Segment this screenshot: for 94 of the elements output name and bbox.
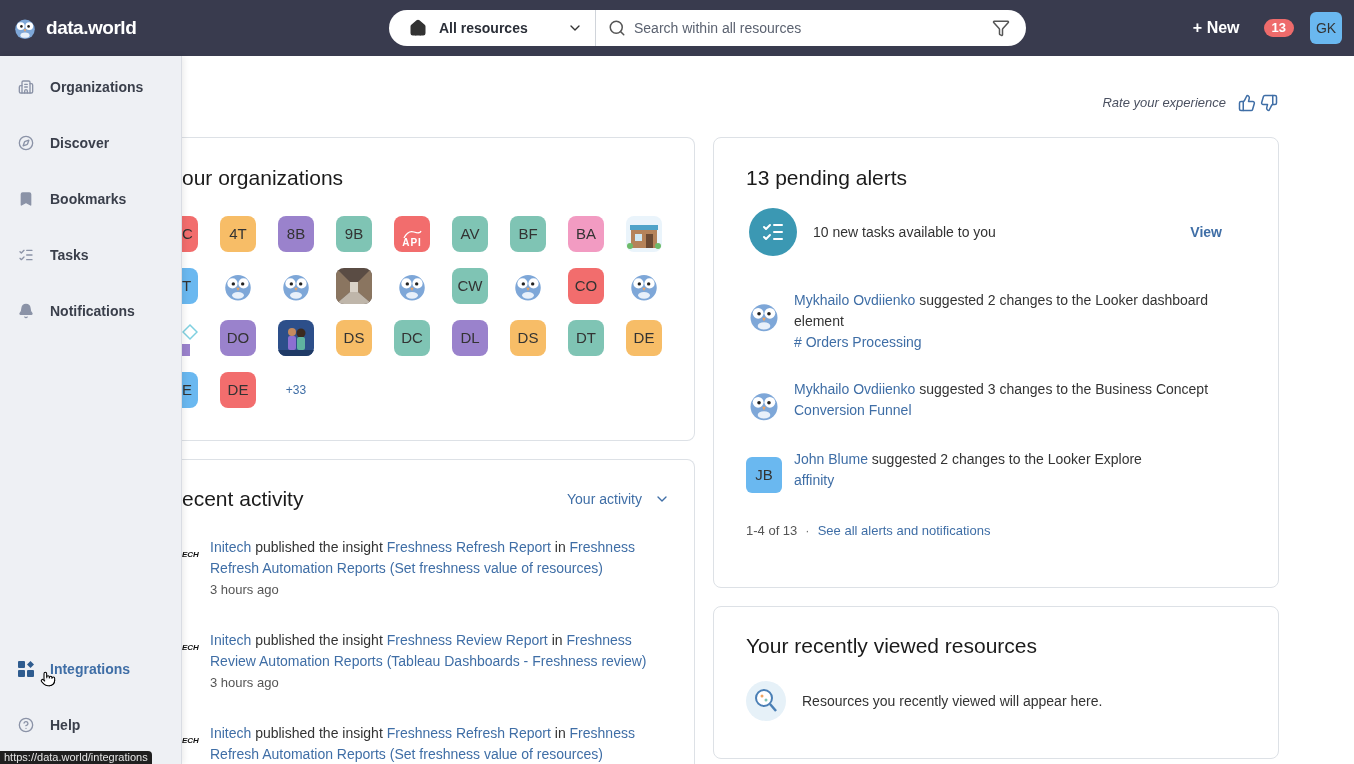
sidebar-item[interactable]: Help: [0, 697, 181, 753]
org-tile[interactable]: DE: [220, 372, 256, 408]
alert-text: John Blume suggested 2 changes to the Looker Explore: [794, 450, 1143, 469]
link[interactable]: Refresh Automation Reports (Set freshness value of resources): [210, 560, 603, 576]
card-title: our organizations: [182, 165, 345, 191]
sidebar-item[interactable]: Notifications: [0, 283, 181, 339]
link[interactable]: Freshness: [569, 539, 635, 555]
new-button[interactable]: + New: [1192, 16, 1240, 40]
link[interactable]: Mykhailo Ovdiienko: [794, 381, 916, 397]
link[interactable]: Freshness Review Report: [386, 632, 548, 648]
status-url: https://data.world/integrations: [0, 751, 152, 764]
org-tile[interactable]: 9B: [336, 216, 372, 252]
notification-count[interactable]: 13: [1263, 19, 1294, 37]
task-text: 10 new tasks available to you: [813, 222, 997, 242]
alert-text: Mykhailo Ovdiienko suggested 2 changes to the Looker dashboard element: [794, 291, 1210, 331]
link[interactable]: Freshness Refresh Report: [386, 725, 551, 741]
org-tile[interactable]: DL: [452, 320, 488, 356]
link[interactable]: John Blume: [794, 451, 868, 467]
rate-experience-label: Rate your experience: [1102, 94, 1226, 113]
filter-icon[interactable]: [992, 19, 1010, 37]
link[interactable]: Initech: [210, 632, 252, 648]
card-title: Your recently viewed resources: [746, 633, 1039, 659]
timestamp: 3 hours ago: [210, 674, 280, 692]
help-icon: [18, 717, 34, 733]
alert-target-link[interactable]: Conversion Funnel: [794, 400, 912, 421]
link[interactable]: Mykhailo Ovdiienko: [794, 292, 916, 308]
curve-icon: [402, 230, 422, 238]
api-tile[interactable]: API: [394, 216, 430, 252]
alert-text: Mykhailo Ovdiienko suggested 3 changes to the Business Concept: [794, 380, 1210, 399]
thumbs-up-icon[interactable]: [1238, 94, 1256, 112]
sidebar-item[interactable]: Tasks: [0, 227, 181, 283]
empty-state-text: Resources you recently viewed will appear here.: [802, 691, 1103, 711]
checklist-icon: [18, 247, 34, 263]
alert-target-link[interactable]: # Orders Processing: [794, 332, 922, 353]
org-tile[interactable]: DE: [626, 320, 662, 356]
org-tile[interactable]: CW: [452, 268, 488, 304]
sidebar-item[interactable]: Discover: [0, 115, 181, 171]
link[interactable]: Initech: [210, 725, 252, 741]
view-link[interactable]: View: [1190, 221, 1222, 243]
bookmark-icon: [18, 191, 34, 207]
org-tile[interactable]: E: [182, 372, 198, 408]
see-all-link[interactable]: See all alerts and notifications: [817, 521, 991, 541]
search-input[interactable]: Search within all resources: [634, 17, 992, 39]
card-title: ecent activity: [182, 486, 304, 512]
activity-text: Initech published the insight Freshness Refresh Report in Freshness Refresh Automation Reports (Set freshness value of resources): [210, 724, 636, 764]
building-icon: [18, 79, 34, 95]
search-field[interactable]: Search within all resources: [596, 10, 1026, 46]
timestamp: 3 hours ago: [210, 581, 280, 599]
org-tile[interactable]: DS: [510, 320, 546, 356]
org-tile[interactable]: DC: [394, 320, 430, 356]
alert-target-link[interactable]: affinity: [794, 470, 835, 491]
link[interactable]: Review Automation Reports (Tableau Dashboards - Freshness review): [210, 653, 647, 669]
org-tile[interactable]: BA: [568, 216, 604, 252]
bell-icon: [18, 303, 34, 319]
org-tile[interactable]: C: [182, 216, 198, 252]
thumbs-down-icon[interactable]: [1260, 94, 1278, 112]
activity-filter-dropdown[interactable]: Your activity: [567, 488, 670, 510]
org-tile[interactable]: DT: [568, 320, 604, 356]
org-tile[interactable]: DO: [220, 320, 256, 356]
separator-dot: ·: [805, 522, 810, 540]
user-avatar[interactable]: GK: [1310, 12, 1342, 44]
org-tile[interactable]: DS: [336, 320, 372, 356]
activity-text: Initech published the insight Freshness Refresh Report in Freshness Refresh Automation Reports (Set freshness value of resources): [210, 538, 636, 578]
company-logo: ECH: [182, 551, 200, 559]
grid-icon: [18, 661, 34, 677]
compass-icon: [18, 135, 34, 151]
org-tile[interactable]: CO: [568, 268, 604, 304]
company-logo: ECH: [182, 644, 200, 652]
scope-dropdown[interactable]: All resources: [389, 10, 596, 46]
card-title: 13 pending alerts: [746, 165, 909, 191]
search-icon: [608, 19, 626, 37]
sidebar-item[interactable]: Organizations: [0, 59, 181, 115]
org-tile[interactable]: T: [182, 268, 198, 304]
org-tile[interactable]: BF: [510, 216, 546, 252]
link[interactable]: Freshness Refresh Report: [386, 539, 551, 555]
sidebar-item[interactable]: Bookmarks: [0, 171, 181, 227]
home-icon: [409, 19, 427, 37]
activity-text: Initech published the insight Freshness Review Report in Freshness Review Automation Reports (Tableau Dashboards - Freshness review): [210, 631, 648, 671]
brand-name[interactable]: data.world: [46, 13, 137, 43]
org-tile[interactable]: 4T: [220, 216, 256, 252]
link[interactable]: Refresh Automation Reports (Set freshness value of resources): [210, 746, 603, 762]
magnifier-icon: [746, 681, 786, 721]
user-avatar: JB: [746, 457, 782, 493]
company-logo: ECH: [182, 737, 200, 745]
alert-range: 1-4 of 13: [746, 522, 798, 540]
tasks-icon: [749, 208, 797, 256]
org-tile[interactable]: 8B: [278, 216, 314, 252]
sidebar-item[interactable]: Integrations: [0, 641, 181, 697]
link[interactable]: Initech: [210, 539, 252, 555]
link[interactable]: Freshness: [566, 632, 632, 648]
link[interactable]: Freshness: [569, 725, 635, 741]
api-label: API: [402, 238, 422, 248]
more-count[interactable]: +33: [278, 372, 314, 408]
org-tile[interactable]: AV: [452, 216, 488, 252]
